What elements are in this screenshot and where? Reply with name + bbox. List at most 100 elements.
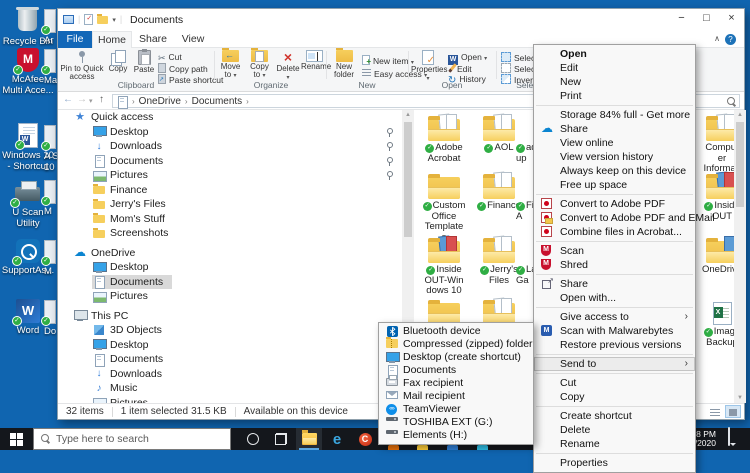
context-menu-item-send-to[interactable]: Send to›	[534, 357, 695, 371]
send-to-item-fax-recipient[interactable]: Fax recipient	[379, 377, 533, 390]
sidebar-item-downloads[interactable]: ↓Downloads	[58, 367, 402, 382]
collapse-ribbon-icon[interactable]: ∧	[714, 34, 720, 43]
send-to-item-toshiba-ext-g-[interactable]: TOSHIBA EXT (G:)	[379, 416, 533, 429]
action-center-icon[interactable]	[728, 428, 730, 450]
breadcrumb-documents[interactable]: Documents	[192, 96, 243, 107]
delete-button[interactable]: × Delete ▾	[275, 49, 301, 81]
context-menu-item-convert-to-adobe-pdf-and-email[interactable]: Convert to Adobe PDF and EMail	[534, 211, 695, 225]
taskbar-button-cortana[interactable]	[240, 428, 266, 450]
up-button[interactable]: ↑	[99, 94, 104, 105]
sidebar-item-mom-s-stuff[interactable]: Mom's Stuff	[58, 212, 402, 227]
taskbar-peek-icon[interactable]	[477, 445, 488, 450]
taskbar-button-edge[interactable]: e	[324, 428, 350, 450]
breadcrumb-onedrive[interactable]: OneDrive	[139, 96, 181, 107]
context-menu-item-share[interactable]: ☁Share	[534, 122, 695, 136]
properties-button[interactable]: Properties ▾	[411, 49, 445, 81]
scroll-up-icon[interactable]: ▲	[402, 110, 414, 120]
title-bar[interactable]: | ▾ | Documents − □ ×	[58, 9, 744, 31]
sidebar-item-documents[interactable]: Documents	[58, 154, 402, 169]
taskbar-button-ccleaner[interactable]: C	[352, 428, 378, 450]
scroll-down-icon[interactable]: ▼	[734, 393, 746, 403]
sidebar-item-pictures[interactable]: Pictures	[58, 289, 402, 304]
large-icons-view-button[interactable]	[725, 405, 741, 418]
new-folder-shortcut-icon[interactable]	[97, 16, 108, 24]
edit-button[interactable]: Edit	[448, 63, 472, 74]
copy-path-button[interactable]: Copy path	[158, 63, 208, 74]
send-to-item-bluetooth-device[interactable]: Bluetooth device	[379, 325, 533, 338]
taskbar-peek-icon[interactable]	[417, 445, 428, 450]
context-menu-item-new[interactable]: New	[534, 75, 695, 89]
send-to-item-elements-h-[interactable]: Elements (H:)	[379, 429, 533, 442]
context-menu-item-combine-files-in-acrobat-[interactable]: Combine files in Acrobat...	[534, 225, 695, 239]
context-menu-item-print[interactable]: Print	[534, 89, 695, 103]
tab-share[interactable]: Share	[132, 31, 174, 48]
context-menu-item-scan-with-malwarebytes[interactable]: Scan with Malwarebytes	[534, 324, 695, 338]
minimize-button[interactable]: −	[669, 9, 694, 30]
scroll-up-icon[interactable]: ▲	[734, 110, 746, 120]
rename-button[interactable]: Rename	[301, 49, 327, 81]
copy-button[interactable]: Copy	[106, 49, 130, 81]
new-folder-button[interactable]: New folder	[329, 49, 359, 81]
sidebar-item-downloads[interactable]: ↓Downloads	[58, 139, 402, 154]
context-menu-item-rename[interactable]: Rename	[534, 437, 695, 451]
send-to-item-teamviewer[interactable]: TeamViewer	[379, 403, 533, 416]
taskbar-peek-icon[interactable]	[447, 445, 458, 450]
context-menu-item-open[interactable]: Open	[534, 47, 695, 61]
context-menu-item-edit[interactable]: Edit	[534, 61, 695, 75]
pin-to-quick-access-button[interactable]: Pin to Quick access	[60, 49, 104, 81]
context-menu-item-free-up-space[interactable]: Free up space	[534, 178, 695, 192]
send-to-item-mail-recipient[interactable]: Mail recipient	[379, 390, 533, 403]
close-button[interactable]: ×	[719, 9, 744, 30]
sidebar-item-desktop[interactable]: Desktop	[58, 338, 402, 353]
sidebar-item-quick-access[interactable]: ★Quick access	[58, 110, 402, 125]
context-menu-item-always-keep-on-this-device[interactable]: Always keep on this device	[534, 164, 695, 178]
context-menu-item-restore-previous-versions[interactable]: Restore previous versions	[534, 338, 695, 352]
file-tile[interactable]: OneDrive	[696, 235, 734, 276]
sidebar-item-finance[interactable]: Finance	[58, 183, 402, 198]
context-menu-item-share[interactable]: Share	[534, 277, 695, 291]
move-to-button[interactable]: Move to ▾	[217, 49, 244, 81]
taskbar-search[interactable]: Type here to search	[33, 428, 231, 450]
taskbar-button-file-explorer[interactable]	[296, 428, 322, 450]
context-menu-item-view-online[interactable]: View online	[534, 136, 695, 150]
properties-shortcut-icon[interactable]	[84, 14, 93, 25]
taskbar-peek-icon[interactable]	[388, 445, 399, 450]
sidebar-item-3d-objects[interactable]: 3D Objects	[58, 323, 402, 338]
files-scrollbar[interactable]: ▲ ▼	[734, 110, 746, 403]
start-button[interactable]	[0, 428, 32, 450]
sidebar-item-this-pc[interactable]: This PC	[58, 309, 402, 324]
tab-home[interactable]: Home	[92, 31, 132, 48]
maximize-button[interactable]: □	[694, 9, 719, 30]
paste-button[interactable]: Paste	[132, 49, 156, 81]
taskbar-button-task-view[interactable]	[268, 428, 294, 450]
context-menu-item-storage-84-full-get-more[interactable]: Storage 84% full - Get more	[534, 108, 695, 122]
sidebar-item-music[interactable]: ♪Music	[58, 381, 402, 396]
sidebar-item-desktop[interactable]: Desktop	[58, 260, 402, 275]
context-menu-item-open-with-[interactable]: Open with...	[534, 291, 695, 305]
context-menu-item-shred[interactable]: Shred	[534, 258, 695, 272]
context-menu-item-view-version-history[interactable]: View version history	[534, 150, 695, 164]
sidebar-item-documents[interactable]: Documents	[58, 352, 402, 367]
send-to-item-desktop-create-shortcut-[interactable]: Desktop (create shortcut)	[379, 351, 533, 364]
back-button[interactable]: ←	[63, 94, 73, 105]
context-menu-item-create-shortcut[interactable]: Create shortcut	[534, 409, 695, 423]
help-icon[interactable]: ?	[725, 34, 736, 45]
tab-view[interactable]: View	[174, 31, 212, 48]
context-menu-item-copy[interactable]: Copy	[534, 390, 695, 404]
file-tile[interactable]: ✓CustomOfficeTemplates	[418, 171, 470, 243]
cut-button[interactable]: ✂Cut	[158, 52, 182, 63]
search-box[interactable]	[694, 94, 740, 108]
send-to-item-documents[interactable]: Documents	[379, 364, 533, 377]
sidebar-item-pictures[interactable]: Pictures	[58, 168, 402, 183]
customize-qat-caret-icon[interactable]: ▾	[112, 16, 116, 24]
sidebar-item-jerry-s-files[interactable]: Jerry's Files	[58, 197, 402, 212]
scrollbar-thumb[interactable]	[736, 122, 744, 207]
file-tile[interactable]: ✓ImageBackup	[696, 297, 734, 348]
context-menu-item-cut[interactable]: Cut	[534, 376, 695, 390]
sidebar-item-screenshots[interactable]: Screenshots	[58, 226, 402, 241]
details-view-button[interactable]	[707, 405, 723, 418]
new-item-button[interactable]: New item ▾	[362, 55, 414, 66]
sidebar-item-onedrive[interactable]: ☁OneDrive	[58, 246, 402, 261]
context-menu-item-convert-to-adobe-pdf[interactable]: Convert to Adobe PDF	[534, 197, 695, 211]
file-tile[interactable]: ✓InsideOUT-Windows 10	[418, 235, 470, 297]
